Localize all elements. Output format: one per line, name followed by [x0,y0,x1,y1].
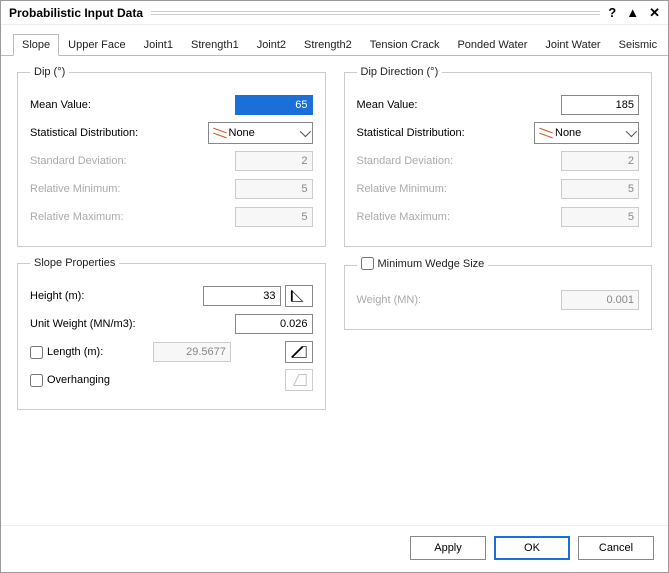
dip-dist-select[interactable]: None [208,122,313,144]
dip-rmax-label: Relative Maximum: [30,211,235,223]
min-wedge-checkbox[interactable] [361,257,374,270]
none-icon [539,127,551,139]
apply-button[interactable]: Apply [410,536,486,560]
tab-upper-face[interactable]: Upper Face [59,34,134,56]
height-slope-icon[interactable] [285,285,313,307]
dip-dist-label: Statistical Distribution: [30,127,208,139]
dip-sd-input [235,151,313,171]
length-input [153,342,231,362]
min-wedge-label: Minimum Wedge Size [378,258,485,270]
chevron-down-icon [299,126,310,137]
cancel-button[interactable]: Cancel [578,536,654,560]
dip-rmin-input [235,179,313,199]
height-label: Height (m): [30,290,203,302]
window-title: Probabilistic Input Data [9,6,143,20]
titlebar: Probabilistic Input Data ? ▲ ✕ [1,1,668,25]
overhang-checkbox[interactable] [30,374,43,387]
weight-label: Weight (MN): [357,294,562,306]
height-input[interactable] [203,286,281,306]
min-wedge-legend: Minimum Wedge Size [357,257,489,273]
close-icon[interactable]: ✕ [649,5,660,21]
tab-joint-water[interactable]: Joint Water [536,34,609,56]
dip-group: Dip (°) Mean Value: Statistical Distribu… [17,66,326,247]
tab-tension-crack[interactable]: Tension Crack [361,34,449,56]
ok-button[interactable]: OK [494,536,570,560]
dipdir-sd-input [561,151,639,171]
dipdir-sd-label: Standard Deviation: [357,155,562,167]
dip-legend: Dip (°) [30,66,69,78]
weight-input [561,290,639,310]
dip-sd-label: Standard Deviation: [30,155,235,167]
dip-rmin-label: Relative Minimum: [30,183,235,195]
dip-rmax-input [235,207,313,227]
title-rule [151,11,600,15]
tab-ponded-water[interactable]: Ponded Water [448,34,536,56]
none-icon [213,127,225,139]
tabs: Slope Upper Face Joint1 Strength1 Joint2… [1,25,668,56]
tab-slope[interactable]: Slope [13,34,59,56]
tab-seismic[interactable]: Seismic [610,34,667,56]
overhang-slope-icon[interactable] [285,369,313,391]
overhang-label: Overhanging [47,374,110,386]
chevron-down-icon [626,126,637,137]
dipdir-mean-label: Mean Value: [357,99,562,111]
maximize-icon[interactable]: ▲ [626,5,639,21]
dipdir-rmax-label: Relative Maximum: [357,211,562,223]
dipdir-group: Dip Direction (°) Mean Value: Statistica… [344,66,653,247]
tab-strength2[interactable]: Strength2 [295,34,361,56]
dipdir-dist-label: Statistical Distribution: [357,127,535,139]
slope-props-group: Slope Properties Height (m): Unit Weight… [17,257,326,410]
dipdir-dist-value: None [555,127,581,139]
dipdir-dist-select[interactable]: None [534,122,639,144]
dipdir-mean-input[interactable] [561,95,639,115]
dipdir-rmin-input [561,179,639,199]
length-label: Length (m): [47,346,103,358]
dip-mean-label: Mean Value: [30,99,235,111]
help-icon[interactable]: ? [608,5,616,21]
footer: Apply OK Cancel [1,525,668,572]
length-checkbox[interactable] [30,346,43,359]
uw-label: Unit Weight (MN/m3): [30,318,235,330]
dipdir-rmax-input [561,207,639,227]
dipdir-legend: Dip Direction (°) [357,66,443,78]
min-wedge-group: Minimum Wedge Size Weight (MN): [344,257,653,330]
dipdir-rmin-label: Relative Minimum: [357,183,562,195]
uw-input[interactable] [235,314,313,334]
slope-props-legend: Slope Properties [30,257,119,269]
tab-joint1[interactable]: Joint1 [135,34,182,56]
dip-dist-value: None [229,127,255,139]
dip-mean-input[interactable] [235,95,313,115]
tab-joint2[interactable]: Joint2 [248,34,295,56]
tab-strength1[interactable]: Strength1 [182,34,248,56]
length-slope-icon[interactable] [285,341,313,363]
